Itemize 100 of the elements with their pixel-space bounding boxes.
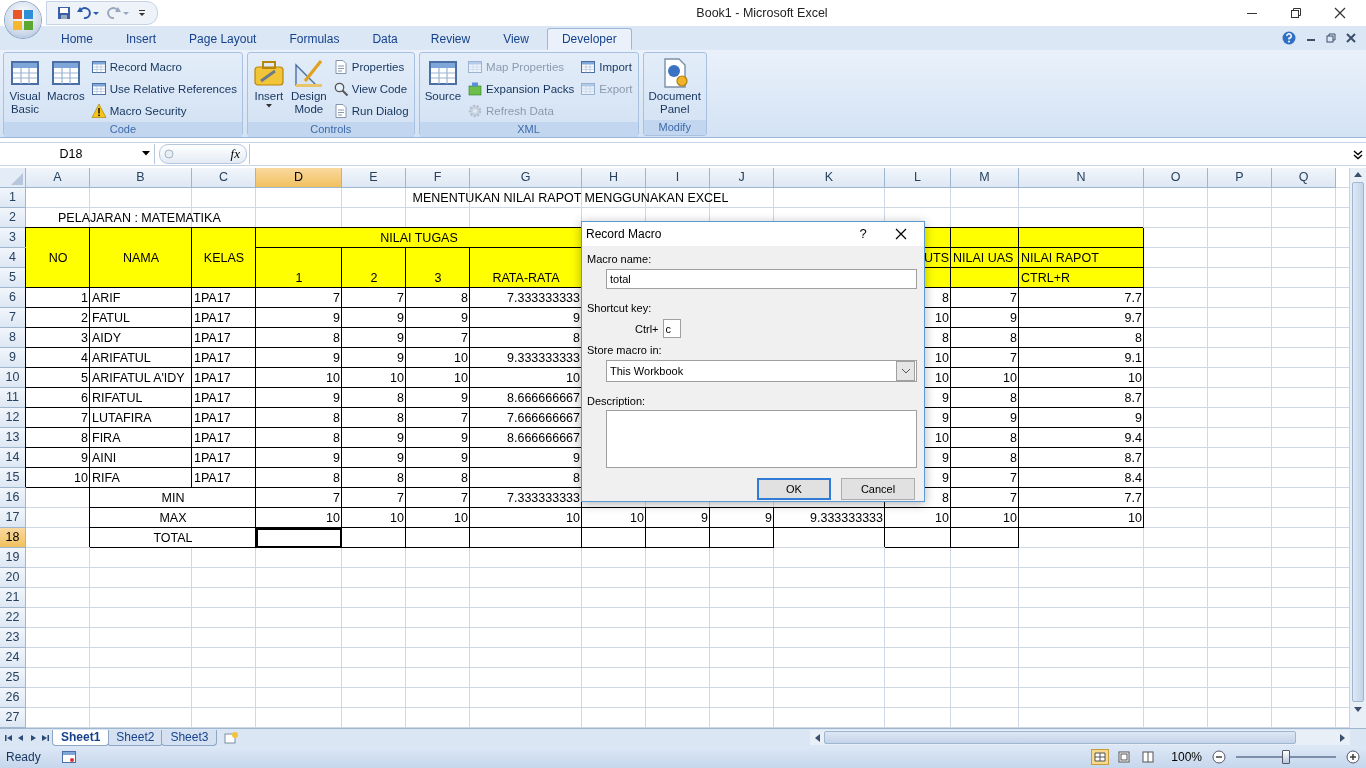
row-header[interactable]: 23 bbox=[0, 627, 26, 648]
column-header[interactable]: Q bbox=[1272, 167, 1336, 188]
scroll-right-icon[interactable] bbox=[1339, 732, 1347, 743]
row-header[interactable]: 4 bbox=[0, 247, 26, 268]
ribbon-tab[interactable]: Review bbox=[415, 27, 486, 50]
ribbon-button[interactable]: Expansion Packs bbox=[465, 78, 577, 100]
column-header[interactable]: F bbox=[406, 167, 470, 188]
row-header[interactable]: 6 bbox=[0, 287, 26, 308]
insert-function-button[interactable]: fx bbox=[228, 145, 242, 162]
record-macro-icon[interactable] bbox=[60, 750, 77, 765]
dropdown-field[interactable]: This Workbook bbox=[606, 359, 917, 382]
column-header[interactable]: K bbox=[774, 167, 885, 188]
name-box[interactable]: D18 bbox=[0, 143, 155, 164]
undo-icon[interactable] bbox=[77, 5, 101, 20]
row-header[interactable]: 20 bbox=[0, 567, 26, 588]
shortcut-field[interactable]: c bbox=[662, 319, 681, 339]
ribbon-button[interactable]: Macro Security bbox=[88, 100, 239, 122]
ribbon-tab[interactable]: View bbox=[488, 27, 544, 50]
row-header[interactable]: 25 bbox=[0, 667, 26, 688]
column-header[interactable]: M bbox=[951, 167, 1019, 188]
column-header[interactable]: B bbox=[90, 167, 192, 188]
ribbon-button[interactable]: Source bbox=[422, 54, 464, 122]
ribbon-button[interactable]: Record Macro bbox=[88, 56, 239, 78]
horizontal-scrollbar[interactable] bbox=[810, 730, 1350, 746]
column-header[interactable]: J bbox=[710, 167, 774, 188]
close-icon[interactable] bbox=[1334, 6, 1346, 19]
ribbon-button[interactable]: Import bbox=[578, 56, 635, 78]
ribbon-tab[interactable]: Insert bbox=[111, 27, 172, 50]
row-header[interactable]: 13 bbox=[0, 427, 26, 448]
row-header[interactable]: 14 bbox=[0, 447, 26, 468]
first-sheet-icon[interactable] bbox=[4, 732, 14, 743]
last-sheet-icon[interactable] bbox=[40, 732, 50, 743]
vertical-scrollbar[interactable] bbox=[1349, 167, 1366, 729]
column-header[interactable]: G bbox=[470, 167, 582, 188]
ribbon-button[interactable]: Properties bbox=[330, 56, 411, 78]
row-header[interactable]: 8 bbox=[0, 327, 26, 348]
macro-name-field[interactable]: total bbox=[606, 268, 917, 289]
sheet-tab[interactable]: Sheet2 bbox=[107, 729, 164, 746]
normal-view-icon[interactable] bbox=[1091, 749, 1110, 766]
column-header[interactable]: L bbox=[885, 167, 951, 188]
ribbon-tab[interactable]: Home bbox=[46, 27, 108, 50]
column-header[interactable]: I bbox=[646, 167, 710, 188]
scroll-left-icon[interactable] bbox=[813, 732, 821, 743]
row-header[interactable]: 16 bbox=[0, 487, 26, 508]
close-icon[interactable] bbox=[1346, 32, 1356, 43]
row-header[interactable]: 5 bbox=[0, 267, 26, 288]
column-header[interactable]: A bbox=[26, 167, 90, 188]
save-icon[interactable] bbox=[57, 5, 71, 20]
row-header[interactable]: 24 bbox=[0, 647, 26, 668]
ribbon-tab[interactable]: Developer bbox=[546, 27, 632, 50]
expand-caret-icon[interactable] bbox=[1352, 147, 1364, 160]
sheet-tab[interactable]: Sheet1 bbox=[52, 729, 110, 746]
ribbon-button[interactable]: Visual Basic bbox=[7, 54, 43, 122]
ribbon-button[interactable]: Use Relative References bbox=[88, 78, 239, 100]
ribbon-tab[interactable]: Page Layout bbox=[174, 27, 272, 50]
next-sheet-icon[interactable] bbox=[28, 732, 38, 743]
help-icon[interactable] bbox=[1282, 30, 1296, 45]
ribbon-button[interactable]: View Code bbox=[330, 78, 411, 100]
row-header[interactable]: 11 bbox=[0, 387, 26, 408]
row-header[interactable]: 12 bbox=[0, 407, 26, 428]
row-header[interactable]: 15 bbox=[0, 467, 26, 488]
column-header[interactable]: N bbox=[1019, 167, 1144, 188]
zoom-out-icon[interactable] bbox=[1212, 750, 1226, 765]
column-header[interactable]: C bbox=[192, 167, 256, 188]
ok-button[interactable]: OK bbox=[757, 477, 831, 500]
ribbon-tab[interactable]: Formulas bbox=[274, 27, 355, 50]
row-header[interactable]: 9 bbox=[0, 347, 26, 368]
column-header[interactable]: P bbox=[1208, 167, 1272, 188]
ribbon-tab[interactable]: Data bbox=[357, 27, 413, 50]
row-header[interactable]: 26 bbox=[0, 687, 26, 708]
row-header[interactable]: 1 bbox=[0, 187, 26, 208]
column-header[interactable]: D bbox=[256, 167, 342, 188]
restore-icon[interactable] bbox=[1290, 6, 1302, 19]
ribbon-button[interactable]: Insert bbox=[250, 54, 287, 122]
zoom-level-text[interactable]: 100% bbox=[1171, 750, 1202, 765]
row-header[interactable]: 21 bbox=[0, 587, 26, 608]
office-button[interactable] bbox=[5, 2, 41, 38]
cancel-button[interactable]: Cancel bbox=[841, 477, 915, 500]
row-header[interactable]: 2 bbox=[0, 207, 26, 228]
row-header[interactable]: 27 bbox=[0, 707, 26, 728]
row-header[interactable]: 18 bbox=[0, 527, 26, 548]
row-header[interactable]: 10 bbox=[0, 367, 26, 388]
ribbon-button[interactable]: Macros bbox=[45, 54, 87, 122]
row-header[interactable]: 17 bbox=[0, 507, 26, 528]
description-field[interactable] bbox=[606, 409, 917, 468]
row-header[interactable]: 19 bbox=[0, 547, 26, 568]
column-header[interactable]: O bbox=[1144, 167, 1208, 188]
scroll-down-icon[interactable] bbox=[1353, 705, 1363, 714]
row-header[interactable]: 7 bbox=[0, 307, 26, 328]
previous-sheet-icon[interactable] bbox=[16, 732, 26, 743]
help-button[interactable]: ? bbox=[848, 222, 878, 245]
ribbon-button[interactable]: Run Dialog bbox=[330, 100, 411, 122]
row-header[interactable]: 22 bbox=[0, 607, 26, 628]
ribbon-button[interactable]: Document Panel bbox=[646, 54, 703, 120]
sheet-tab[interactable]: Sheet3 bbox=[161, 729, 218, 746]
column-header[interactable]: H bbox=[582, 167, 646, 188]
ribbon-button[interactable]: Design Mode bbox=[288, 54, 329, 122]
row-header[interactable]: 3 bbox=[0, 227, 26, 248]
column-header[interactable]: E bbox=[342, 167, 406, 188]
slider-thumb[interactable] bbox=[1282, 750, 1290, 765]
